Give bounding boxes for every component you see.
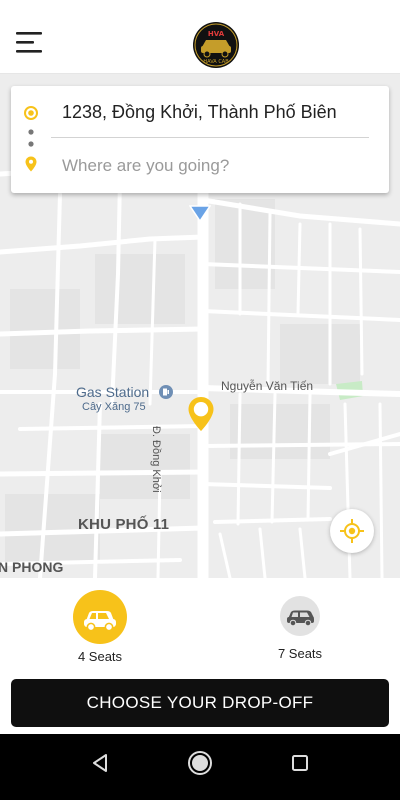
svg-text:HVA: HVA (208, 30, 225, 38)
home-icon[interactable] (185, 748, 215, 778)
map-label-area-khu-pho: KHU PHỐ 11 (78, 516, 170, 533)
menu-icon[interactable] (16, 32, 44, 54)
back-icon[interactable] (86, 748, 116, 778)
vehicle-option-7-seats[interactable]: 7 Seats (270, 596, 330, 661)
map-label-gas-station: Gas Station (76, 384, 150, 400)
vehicle-option-4-seats[interactable]: 4 Seats (73, 590, 127, 664)
vehicle-label-4-seats: 4 Seats (77, 649, 123, 664)
app-header: HVA HAVA CAB (0, 0, 400, 74)
gas-station-icon[interactable] (159, 385, 173, 404)
car-7-seats-icon (280, 596, 320, 636)
map-label-area-phong: N PHONG (0, 559, 64, 575)
system-navigation-bar (0, 734, 400, 800)
map-label-gas-station-sub: Cây Xăng 75 (82, 401, 146, 413)
car-4-seats-icon (73, 590, 127, 644)
route-search-card: 1238, Đồng Khởi, Thành Phố Biên Where ar… (11, 86, 389, 193)
origin-pin-icon (24, 106, 38, 125)
navigation-arrow-icon (188, 204, 212, 227)
destination-input[interactable]: Where are you going? (62, 156, 229, 176)
my-location-icon (340, 519, 364, 543)
choose-drop-off-button[interactable]: CHOOSE YOUR DROP-OFF (11, 679, 389, 727)
route-dots-icon (28, 128, 34, 153)
recents-icon[interactable] (285, 748, 315, 778)
pickup-marker-icon[interactable] (187, 396, 215, 437)
map-label-street-nguyen: Nguyễn Văn Tiến (221, 379, 314, 393)
divider (51, 137, 369, 138)
brand-logo: HVA HAVA CAB (192, 21, 240, 69)
map-label-street-dong-khoi: Đ. Đồng Khởi (150, 426, 162, 493)
my-location-button[interactable] (330, 509, 374, 553)
origin-address[interactable]: 1238, Đồng Khởi, Thành Phố Biên (62, 102, 337, 123)
destination-pin-icon (25, 156, 37, 177)
svg-text:HAVA CAB: HAVA CAB (203, 59, 229, 65)
vehicle-label-7-seats: 7 Seats (277, 646, 323, 661)
